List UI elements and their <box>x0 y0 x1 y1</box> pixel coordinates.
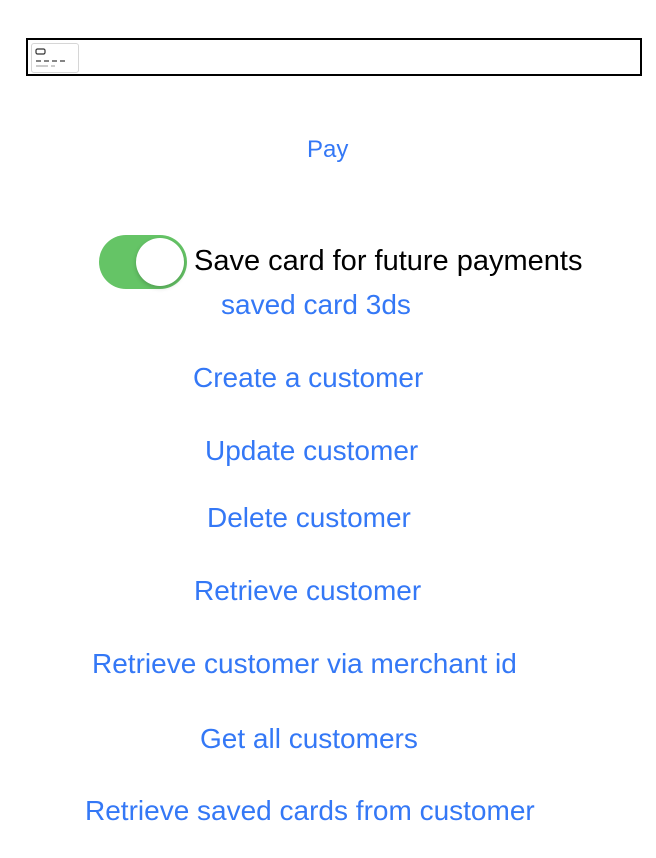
update-customer-button[interactable]: Update customer <box>205 437 418 465</box>
create-customer-button[interactable]: Create a customer <box>193 364 423 392</box>
delete-customer-button[interactable]: Delete customer <box>207 504 411 532</box>
pay-button[interactable]: Pay <box>307 138 348 162</box>
toggle-knob <box>136 238 184 286</box>
retrieve-customer-merchant-id-button[interactable]: Retrieve customer via merchant id <box>92 650 517 678</box>
save-card-toggle[interactable] <box>99 235 187 289</box>
retrieve-saved-cards-button[interactable]: Retrieve saved cards from customer <box>85 797 535 825</box>
get-all-customers-button[interactable]: Get all customers <box>200 725 418 753</box>
save-card-label: Save card for future payments <box>194 245 583 277</box>
card-input-field[interactable] <box>26 38 642 76</box>
saved-card-3ds-button[interactable]: saved card 3ds <box>221 291 411 319</box>
retrieve-customer-button[interactable]: Retrieve customer <box>194 577 421 605</box>
credit-card-icon <box>31 43 79 73</box>
card-number-input[interactable] <box>86 40 634 74</box>
